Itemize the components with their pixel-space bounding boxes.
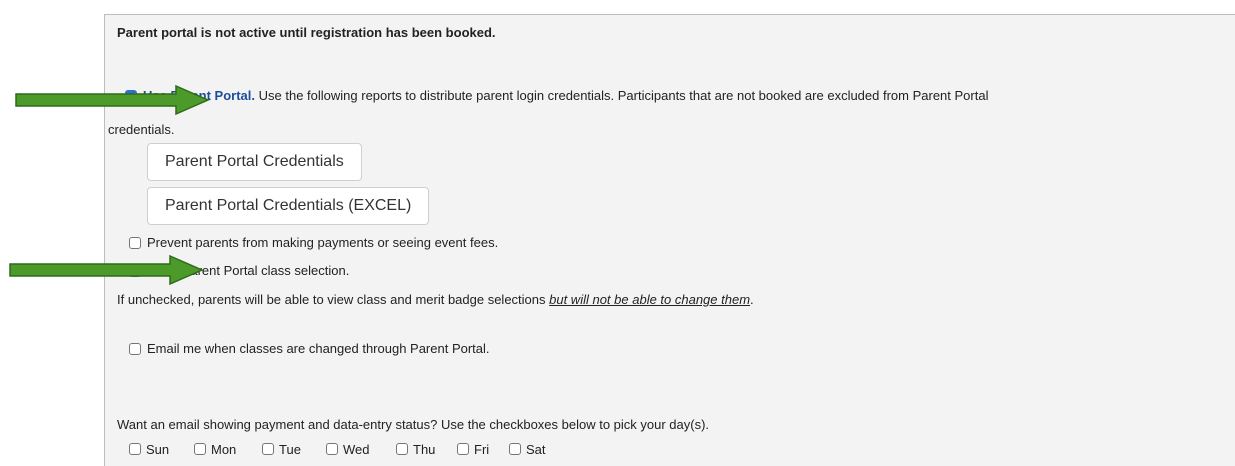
email-on-change-label: Email me when classes are changed throug… bbox=[147, 341, 490, 356]
day-checkbox-wed[interactable] bbox=[326, 443, 338, 455]
day-label-fri: Fri bbox=[474, 442, 490, 457]
use-parent-portal-description-cont: credentials. bbox=[108, 122, 175, 137]
portal-notice: Parent portal is not active until regist… bbox=[117, 25, 496, 40]
right-arrow-icon bbox=[15, 84, 210, 116]
day-checkbox-sat[interactable] bbox=[509, 443, 521, 455]
day-label-thu: Thu bbox=[413, 442, 436, 457]
prevent-payments-checkbox[interactable] bbox=[129, 237, 141, 249]
day-label-tue: Tue bbox=[279, 442, 301, 457]
day-label-sat: Sat bbox=[526, 442, 546, 457]
day-label-wed: Wed bbox=[343, 442, 370, 457]
day-label-sun: Sun bbox=[146, 442, 170, 457]
email-on-change-checkbox[interactable] bbox=[129, 343, 141, 355]
day-checkbox-mon[interactable] bbox=[194, 443, 206, 455]
prevent-payments-label: Prevent parents from making payments or … bbox=[147, 235, 499, 250]
day-checkbox-tue[interactable] bbox=[262, 443, 274, 455]
parent-portal-credentials-button[interactable]: Parent Portal Credentials bbox=[147, 143, 362, 181]
right-arrow-icon bbox=[9, 254, 204, 286]
day-checkbox-sun[interactable] bbox=[129, 443, 141, 455]
use-parent-portal-row: Use Parent Portal. Use the following rep… bbox=[143, 88, 988, 103]
email-status-prompt: Want an email showing payment and data-e… bbox=[117, 417, 710, 432]
use-parent-portal-description: Use the following reports to distribute … bbox=[258, 88, 989, 103]
parent-portal-credentials-excel-button[interactable]: Parent Portal Credentials (EXCEL) bbox=[147, 187, 430, 225]
class-selection-note-suffix: . bbox=[750, 292, 754, 307]
class-selection-note: If unchecked, parents will be able to vi… bbox=[117, 292, 754, 307]
day-label-mon: Mon bbox=[211, 442, 237, 457]
class-selection-note-prefix: If unchecked, parents will be able to vi… bbox=[117, 292, 550, 307]
day-checkbox-fri[interactable] bbox=[457, 443, 469, 455]
class-selection-note-emphasis: but will not be able to change them bbox=[549, 292, 751, 307]
day-checkbox-thu[interactable] bbox=[396, 443, 408, 455]
